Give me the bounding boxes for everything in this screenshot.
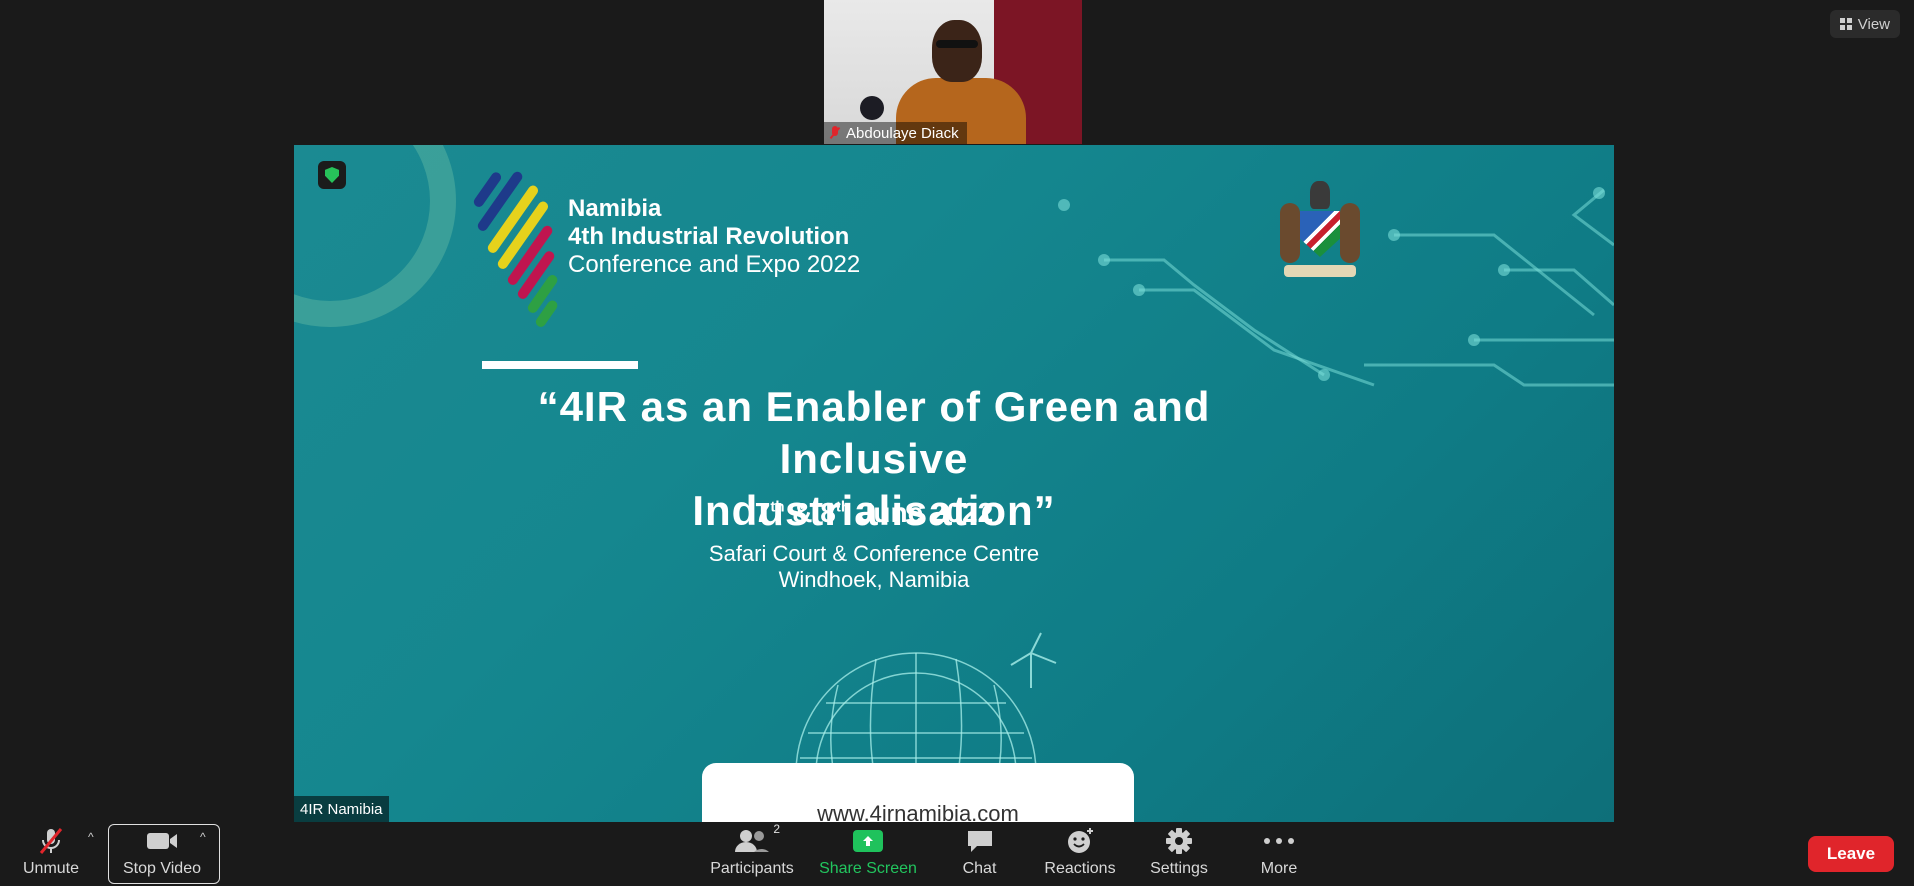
participant-glasses <box>936 40 978 48</box>
more-dots-icon <box>1261 826 1297 856</box>
logo-line-3: Conference and Expo 2022 <box>568 251 861 278</box>
title-divider <box>482 361 638 369</box>
venue-line-2: Windhoek, Namibia <box>778 567 970 592</box>
gear-icon <box>1165 826 1193 856</box>
date-sup-1: th <box>770 498 785 516</box>
leave-button[interactable]: Leave <box>1808 836 1894 872</box>
stop-video-label: Stop Video <box>123 860 201 877</box>
video-camera-icon <box>145 826 179 856</box>
logo-line-2: 4th Industrial Revolution <box>568 223 850 250</box>
venue-line-1: Safari Court & Conference Centre <box>708 541 1040 566</box>
participant-head <box>932 20 982 82</box>
unmute-button[interactable]: Unmute <box>16 822 86 886</box>
share-screen-icon <box>853 826 883 856</box>
chat-bubble-icon <box>965 826 995 856</box>
slide-url: www.4irnamibia.com <box>817 801 1019 822</box>
more-label: More <box>1260 860 1298 877</box>
mic-muted-icon <box>830 126 840 140</box>
shared-screen-owner-name: 4IR Namibia <box>300 800 383 818</box>
event-dates: 7th & 8th June 2022 <box>444 497 1304 529</box>
participant-video-tile[interactable]: Abdoulaye Diack <box>824 0 1082 144</box>
date-rest: June 2022 <box>850 497 994 528</box>
video-options-caret[interactable]: ^ <box>200 830 206 844</box>
settings-button[interactable]: Settings <box>1148 822 1210 886</box>
slide-url-card: www.4irnamibia.com <box>702 763 1134 822</box>
share-screen-button[interactable]: Share Screen <box>818 822 918 886</box>
event-venue: Safari Court & Conference Centre Windhoe… <box>444 541 1304 593</box>
chat-label: Chat <box>962 860 997 877</box>
date-sup-2: th <box>835 498 851 516</box>
reactions-button[interactable]: Reactions <box>1042 822 1118 886</box>
coat-of-arms-emblem <box>1274 175 1366 285</box>
share-screen-label: Share Screen <box>819 860 917 877</box>
participants-icon: 2 <box>734 822 780 856</box>
settings-label: Settings <box>1150 860 1208 877</box>
shared-screen-owner-label: 4IR Namibia <box>294 796 389 822</box>
more-button[interactable]: More <box>1256 822 1302 886</box>
smiley-plus-icon <box>1065 826 1095 856</box>
view-button[interactable]: View <box>1829 10 1900 38</box>
chat-button[interactable]: Chat <box>952 822 1007 886</box>
participants-button[interactable]: 2 Participants <box>706 822 798 886</box>
date-amp: & <box>784 497 821 528</box>
conference-logo-text: Namibia 4th Industrial Revolution Confer… <box>568 195 860 279</box>
reactions-label: Reactions <box>1044 860 1116 877</box>
grid-icon <box>1839 18 1852 30</box>
meeting-toolbar: Unmute ^ Stop Video ^ 2 Participants Sha… <box>0 822 1914 886</box>
unmute-label: Unmute <box>22 860 80 877</box>
participant-name-tag: Abdoulaye Diack <box>824 122 967 144</box>
video-object <box>860 96 884 120</box>
mic-muted-icon <box>36 826 66 856</box>
stop-video-button[interactable]: Stop Video <box>118 822 206 886</box>
date-day-2: 8 <box>820 497 836 528</box>
participants-label: Participants <box>710 860 794 877</box>
headline-line-1: “4IR as an Enabler of Green and Inclusiv… <box>537 383 1211 482</box>
date-day-1: 7 <box>754 497 771 528</box>
audio-options-caret[interactable]: ^ <box>88 830 94 844</box>
conference-logo-graphic <box>470 169 580 329</box>
shared-screen: Namibia 4th Industrial Revolution Confer… <box>294 145 1614 822</box>
logo-line-1: Namibia <box>568 195 662 222</box>
participants-count: 2 <box>773 822 780 836</box>
participant-name: Abdoulaye Diack <box>846 124 959 142</box>
view-label: View <box>1857 15 1890 33</box>
